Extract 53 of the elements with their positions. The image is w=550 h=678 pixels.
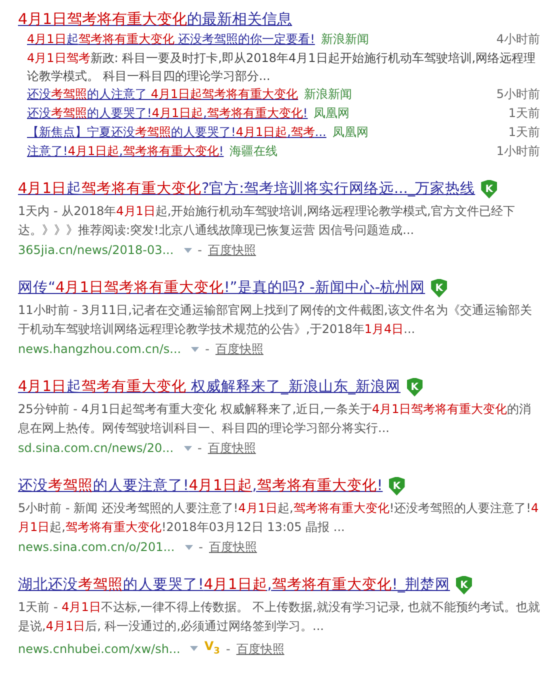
result-url: news.hangzhou.com.cn/s...	[18, 341, 182, 358]
result-url: news.cnhubei.com/xw/sh...	[18, 640, 180, 658]
separator: -	[198, 242, 202, 259]
result-title-link[interactable]: 4月1日起驾考将有重大变化?官方:驾考培训将实行网络远..._万家热线	[18, 178, 476, 200]
result-url: sd.sina.com.cn/news/20...	[18, 440, 174, 457]
verified-badge: K	[481, 180, 498, 198]
result-title-link[interactable]: 还没考驾照的人要注意了!4月1日起,驾考将有重大变化!	[18, 475, 383, 497]
verified-badge: K	[456, 576, 472, 594]
separator: -	[198, 440, 202, 457]
dropdown-caret-icon[interactable]	[191, 346, 200, 352]
news-source: 新浪新闻	[320, 31, 369, 48]
result-url: news.sina.com.cn/o/201...	[18, 539, 175, 556]
result-snippet: 1天前 - 4月1日不达标,一律不得上传数据。 不上传数据,就没有学习记录, 也就不能预约考试。也就是说,4月1日后, 科一没通过的,必须通过网络签到学习。...	[18, 599, 540, 635]
result-url: 365jia.cn/news/2018-03...	[18, 242, 174, 259]
separator: -	[205, 341, 210, 358]
dropdown-caret-icon[interactable]	[184, 446, 192, 450]
result-snippet: 25分钟前 - 4月1日起驾考有重大变化 权威解释来了,近日,一条关于4月1日驾考将有重大变化的消息在网上热传。网传驾驶培训科目一、科目四的理论学习部分将实行...	[18, 401, 532, 437]
verified-badge: K	[388, 476, 405, 496]
result-title-link[interactable]: 网传“4月1日驾考将有重大变化!”是真的吗? -新闻中心-杭州网	[18, 277, 426, 299]
verified-badge: K	[431, 278, 448, 298]
news-source: 凤凰网	[332, 124, 368, 141]
news-source: 新浪新闻	[304, 86, 352, 103]
news-time: 4小时前	[496, 31, 540, 48]
separator: -	[226, 640, 230, 658]
separator: -	[198, 539, 203, 556]
snapshot-link[interactable]: 百度快照	[215, 339, 264, 359]
news-snippet: 4月1日驾考新政: 科目一要及时打卡,即从2018年4月1日起开始施行机动车驾驶培训,网络远程理论教学模式。 科目一科目四的理论学习部分...	[26, 50, 537, 85]
snapshot-link[interactable]: 百度快照	[209, 537, 257, 557]
news-group-title-link[interactable]: 4月1日驾考将有重大变化的最新相关信息	[18, 8, 292, 30]
result-title-link[interactable]: 湖北还没考驾照的人要哭了!4月1日起,驾考将有重大变化!_荆楚网	[18, 574, 450, 596]
snapshot-link[interactable]: 百度快照	[208, 240, 256, 260]
snapshot-link[interactable]: 百度快照	[208, 438, 256, 458]
snapshot-link[interactable]: 百度快照	[236, 638, 284, 659]
news-title-link[interactable]: 还没考驾照的人注意了 4月1日起驾考将有重大变化	[27, 85, 298, 104]
news-title-link[interactable]: 4月1日起驾考将有重大变化 还没考驾照的你一定要看!	[27, 30, 315, 49]
news-time: 1小时前	[496, 143, 540, 160]
verified-badge: K	[406, 378, 423, 396]
result-snippet: 11小时前 - 3月11日,记者在交通运输部官网上找到了网传的文件截图,该文件名为《交通运输部关于机动车驾驶培训网络远程理论教学技术规范的公告》,于2018年1月4日...	[18, 302, 533, 338]
v-level-label: V$_{3}$	[204, 638, 220, 658]
news-time: 1天前	[508, 105, 540, 122]
result-snippet: 1天内 - 从2018年4月1日起,开始施行机动车驾驶培训,网络远程理论教学模式,官方文件已经下达。》》》推荐阅读:突发!北京八通线故障现已恢复运营 因信号问题造成...	[18, 203, 516, 239]
news-source: 凤凰网	[314, 105, 350, 122]
news-time: 1天前	[508, 124, 540, 141]
news-title-link[interactable]: 【新焦点】宁夏还没考驾照的人要哭了!4月1日起,驾考...	[27, 123, 326, 142]
news-title-link[interactable]: 注意了!4月1日起,驾考将有重大变化!	[27, 142, 224, 161]
news-source: 海疆在线	[230, 143, 278, 160]
result-title-link[interactable]: 4月1日起驾考有重大变化 权威解释来了_新浪山东_新浪网	[18, 376, 401, 398]
dropdown-caret-icon[interactable]	[184, 248, 192, 252]
result-snippet: 5小时前 - 新闻 还没考驾照的人要注意了!4月1日起,驾考将有重大变化!还没考驾照的人要注意了!4月1日起,驾考将有重大变化!2018年03月12日 13:05 晶报 ...	[18, 500, 540, 536]
news-time: 5小时前	[496, 86, 540, 103]
dropdown-caret-icon[interactable]	[184, 544, 193, 550]
dropdown-caret-icon[interactable]	[190, 646, 198, 652]
news-title-link[interactable]: 还没考驾照的人要哭了!4月1日起,驾考将有重大变化!	[27, 104, 308, 123]
